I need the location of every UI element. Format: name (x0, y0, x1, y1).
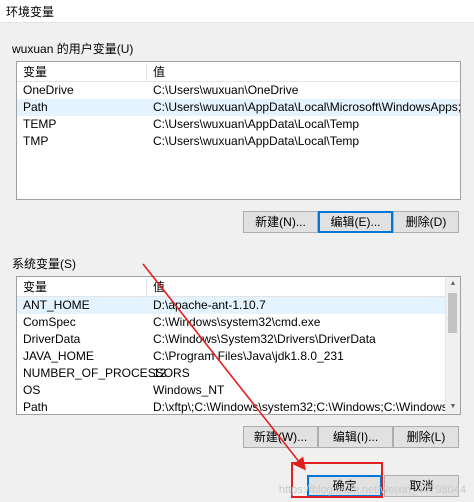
system-vars-label-text: 系统变量 (12, 257, 61, 271)
var-name: TMP (23, 134, 49, 148)
column-separator[interactable] (146, 64, 147, 81)
var-value: C:\Windows\System32\Drivers\DriverData (153, 332, 376, 346)
var-name: DriverData (23, 332, 81, 346)
system-vars-label: 系统变量(S) (12, 255, 76, 272)
table-row[interactable]: ANT_HOME D:\apache-ant-1.10.7 (17, 297, 446, 314)
var-value: C:\Users\wuxuan\AppData\Local\Microsoft\… (153, 100, 460, 114)
user-vars-label-text: wuxuan 的用户变量 (12, 42, 117, 56)
user-col-name-header[interactable]: 变量 (23, 64, 47, 81)
var-name: JAVA_HOME (23, 349, 94, 363)
table-row[interactable]: NUMBER_OF_PROCESSORS 12 (17, 365, 446, 382)
user-vars-label-key: (U) (116, 42, 134, 56)
var-value: C:\Windows\system32\cmd.exe (153, 315, 321, 329)
table-row[interactable]: ComSpec C:\Windows\system32\cmd.exe (17, 314, 446, 331)
var-value: D:\xftp\;C:\Windows\system32;C:\Windows;… (153, 400, 446, 414)
var-value: C:\Users\wuxuan\OneDrive (153, 83, 299, 97)
scroll-down-arrow-icon[interactable]: ▼ (446, 400, 460, 414)
watermark: https://blog.csdn.net/weixin_44798044 (278, 484, 466, 496)
system-col-value-header[interactable]: 值 (153, 279, 165, 296)
system-col-name-header[interactable]: 变量 (23, 279, 47, 296)
var-name: ComSpec (23, 315, 76, 329)
window-title: 环境变量 (6, 5, 55, 19)
table-row[interactable]: DriverData C:\Windows\System32\Drivers\D… (17, 331, 446, 348)
table-row[interactable]: Path D:\xftp\;C:\Windows\system32;C:\Win… (17, 399, 446, 414)
var-value: C:\Users\wuxuan\AppData\Local\Temp (153, 134, 360, 148)
var-name: OneDrive (23, 83, 74, 97)
var-value: C:\Program Files\Java\jdk1.8.0_231 (153, 349, 344, 363)
system-vars-scrollbar[interactable]: ▲ ▼ (445, 277, 460, 414)
user-edit-button[interactable]: 编辑(E)... (318, 211, 393, 233)
table-row[interactable]: OneDrive C:\Users\wuxuan\OneDrive (17, 82, 460, 99)
var-name: Path (23, 400, 48, 414)
system-delete-button[interactable]: 删除(L) (393, 426, 459, 448)
scroll-up-arrow-icon[interactable]: ▲ (446, 277, 460, 291)
system-vars-list[interactable]: 变量 值 ANT_HOME D:\apache-ant-1.10.7 ComSp… (16, 276, 461, 415)
var-value: C:\Users\wuxuan\AppData\Local\Temp (153, 117, 360, 131)
title-bar: 环境变量 (0, 0, 474, 23)
system-vars-label-key: (S) (60, 257, 77, 271)
var-name: Path (23, 100, 48, 114)
table-row[interactable]: TMP C:\Users\wuxuan\AppData\Local\Temp (17, 133, 460, 150)
table-row[interactable]: TEMP C:\Users\wuxuan\AppData\Local\Temp (17, 116, 460, 133)
user-vars-label: wuxuan 的用户变量(U) (12, 40, 133, 57)
var-value: D:\apache-ant-1.10.7 (153, 298, 266, 312)
user-delete-button[interactable]: 删除(D) (393, 211, 459, 233)
var-value: Windows_NT (153, 383, 225, 397)
column-separator[interactable] (146, 279, 147, 296)
system-vars-header: 变量 值 (17, 279, 446, 297)
var-name: TEMP (23, 117, 57, 131)
table-row[interactable]: Path C:\Users\wuxuan\AppData\Local\Micro… (17, 99, 460, 116)
scrollbar-thumb[interactable] (448, 293, 457, 333)
user-vars-header: 变量 值 (17, 64, 460, 82)
var-value: 12 (153, 366, 167, 380)
table-row[interactable]: OS Windows_NT (17, 382, 446, 399)
var-name: OS (23, 383, 41, 397)
table-row[interactable]: JAVA_HOME C:\Program Files\Java\jdk1.8.0… (17, 348, 446, 365)
user-new-button[interactable]: 新建(N)... (243, 211, 318, 233)
user-vars-list[interactable]: 变量 值 OneDrive C:\Users\wuxuan\OneDrive P… (16, 61, 461, 200)
system-new-button[interactable]: 新建(W)... (243, 426, 318, 448)
var-name: ANT_HOME (23, 298, 90, 312)
user-col-value-header[interactable]: 值 (153, 64, 165, 81)
system-edit-button[interactable]: 编辑(I)... (318, 426, 393, 448)
